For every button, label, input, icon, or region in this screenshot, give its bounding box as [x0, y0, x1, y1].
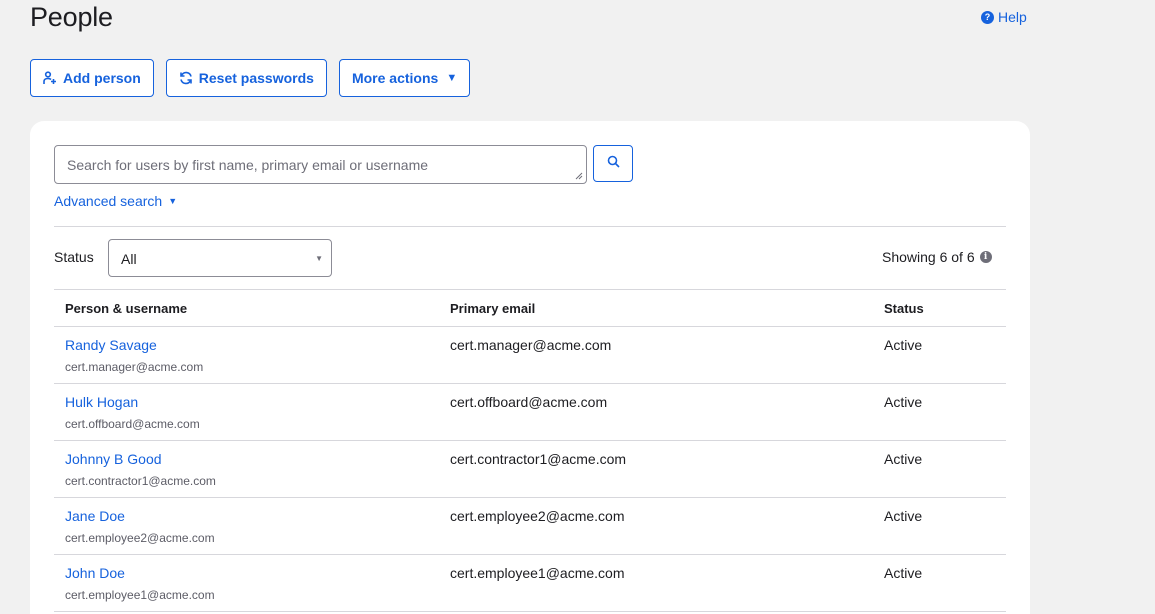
search-button[interactable]: [593, 145, 633, 182]
help-label: Help: [998, 9, 1027, 25]
table-row: Johnny B Good cert.contractor1@acme.com …: [54, 441, 1006, 498]
table-row: Randy Savage cert.manager@acme.com cert.…: [54, 327, 1006, 384]
person-name-link[interactable]: Hulk Hogan: [65, 394, 138, 410]
person-username: cert.contractor1@acme.com: [65, 474, 216, 488]
add-person-icon: [43, 71, 57, 85]
table-row: John Doe cert.employee1@acme.com cert.em…: [54, 555, 1006, 612]
person-name-link[interactable]: Johnny B Good: [65, 451, 162, 467]
toolbar: Add person Reset passwords More actions …: [30, 59, 471, 97]
column-header-email[interactable]: Primary email: [450, 301, 535, 316]
advanced-search-label: Advanced search: [54, 193, 163, 209]
status-selected-value: All: [121, 251, 137, 267]
status-filter-label: Status: [54, 249, 94, 265]
caret-down-icon: ▼: [168, 196, 178, 206]
column-header-person[interactable]: Person & username: [65, 301, 187, 316]
reset-passwords-label: Reset passwords: [198, 70, 314, 86]
page-title: People: [30, 2, 113, 32]
caret-down-icon: ▼: [446, 72, 458, 84]
search-icon: [607, 155, 620, 173]
person-username: cert.offboard@acme.com: [65, 417, 200, 431]
more-actions-label: More actions: [351, 70, 439, 86]
table-header: Person & username Primary email Status: [54, 289, 1006, 327]
status-cell: Active: [884, 565, 923, 581]
status-cell: Active: [884, 451, 923, 467]
resize-grip-icon[interactable]: [575, 172, 583, 180]
table-row: Jane Doe cert.employee2@acme.com cert.em…: [54, 498, 1006, 555]
person-username: cert.employee2@acme.com: [65, 531, 215, 545]
primary-email: cert.manager@acme.com: [450, 337, 612, 353]
reset-passwords-button[interactable]: Reset passwords: [165, 59, 327, 97]
column-header-status[interactable]: Status: [884, 301, 924, 316]
primary-email: cert.contractor1@acme.com: [450, 451, 627, 467]
chevron-down-icon: ▼: [315, 254, 323, 263]
search-placeholder: Search for users by first name, primary …: [67, 157, 429, 173]
primary-email: cert.employee1@acme.com: [450, 565, 625, 581]
people-table: Person & username Primary email Status R…: [54, 289, 1006, 612]
primary-email: cert.offboard@acme.com: [450, 394, 608, 410]
refresh-icon: [179, 71, 193, 85]
status-select[interactable]: All ▼: [108, 239, 332, 277]
person-username: cert.manager@acme.com: [65, 360, 204, 374]
people-page: People ? Help Add person Reset passwords…: [0, 0, 1155, 614]
help-link[interactable]: ? Help: [981, 9, 1027, 25]
people-card: Search for users by first name, primary …: [30, 121, 1030, 614]
search-input[interactable]: Search for users by first name, primary …: [54, 145, 587, 184]
add-person-label: Add person: [63, 70, 141, 86]
add-person-button[interactable]: Add person: [30, 59, 154, 97]
result-count: Showing 6 of 6 i: [882, 249, 992, 265]
help-icon: ?: [981, 10, 994, 24]
person-username: cert.employee1@acme.com: [65, 588, 215, 602]
status-cell: Active: [884, 394, 923, 410]
person-name-link[interactable]: John Doe: [65, 565, 125, 581]
person-name-link[interactable]: Jane Doe: [65, 508, 125, 524]
table-row: Hulk Hogan cert.offboard@acme.com cert.o…: [54, 384, 1006, 441]
status-cell: Active: [884, 337, 923, 353]
result-count-text: Showing 6 of 6: [882, 249, 975, 265]
person-name-link[interactable]: Randy Savage: [65, 337, 157, 353]
divider: [54, 226, 1006, 227]
info-icon[interactable]: i: [979, 251, 992, 263]
status-cell: Active: [884, 508, 923, 524]
advanced-search-toggle[interactable]: Advanced search ▼: [54, 193, 177, 209]
primary-email: cert.employee2@acme.com: [450, 508, 625, 524]
more-actions-button[interactable]: More actions ▼: [338, 59, 471, 97]
